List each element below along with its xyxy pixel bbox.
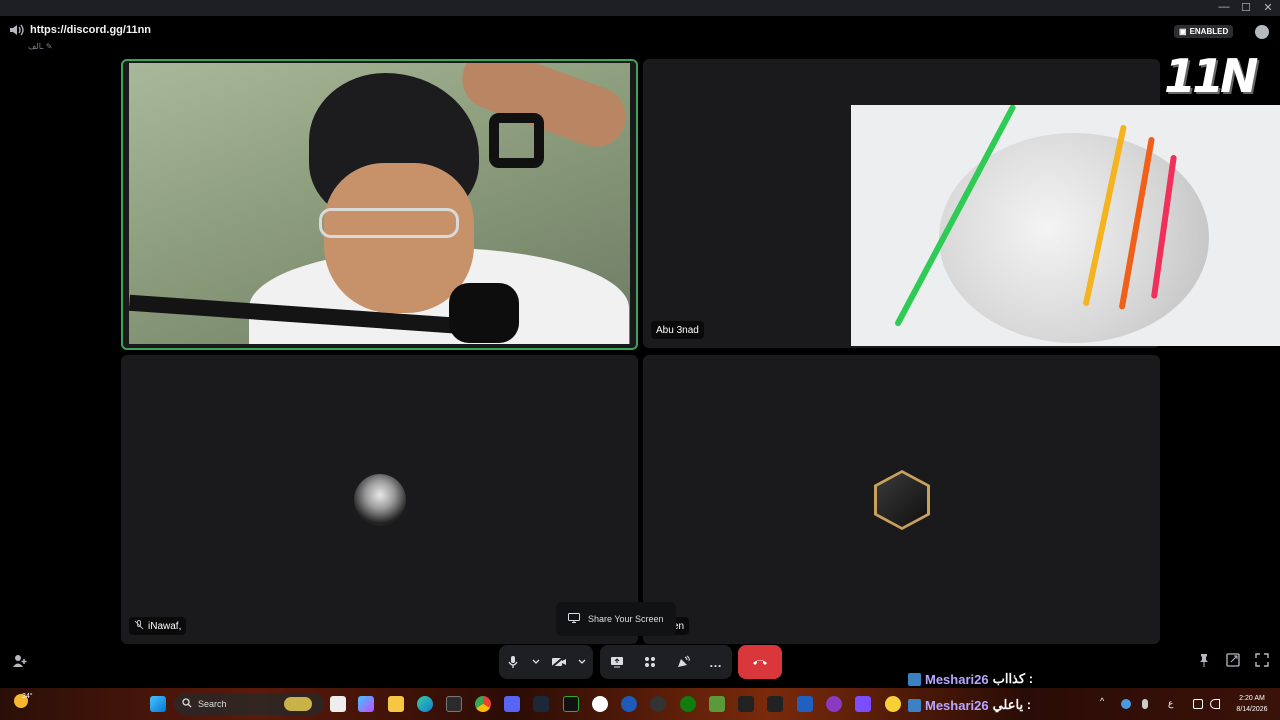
edge-icon[interactable] xyxy=(417,696,433,712)
system-clock[interactable]: 2:20 AM 8/14/2026 xyxy=(1228,693,1276,715)
speaker-icon xyxy=(10,24,24,36)
fullscreen-icon[interactable] xyxy=(1255,653,1271,669)
app-icon[interactable] xyxy=(738,696,754,712)
chat-username: Meshari26 xyxy=(925,697,989,713)
taskbar-search[interactable]: Search xyxy=(174,693,324,715)
chat-message: ياعلي : xyxy=(992,697,1032,712)
screen-share-feed xyxy=(851,105,1280,346)
participant-name-tag: Abu 3nad xyxy=(651,321,704,339)
chat-overlay-message: Meshari26 كذااب : xyxy=(908,671,1033,687)
obs-icon[interactable] xyxy=(650,696,666,712)
app-icon[interactable] xyxy=(767,696,783,712)
volume-icon[interactable] xyxy=(1210,699,1220,709)
activities-button[interactable] xyxy=(636,648,664,676)
channel-url: https://discord.gg/11nn xyxy=(30,24,152,36)
tooltip-label: Share Your Screen xyxy=(588,614,664,624)
add-user-icon[interactable] xyxy=(12,653,28,669)
weather-temp: 34° xyxy=(22,693,33,700)
app-icon[interactable] xyxy=(826,696,842,712)
app-icon[interactable] xyxy=(885,696,901,712)
lock-icon: ▣ xyxy=(1179,27,1187,36)
app-icon[interactable] xyxy=(563,696,579,712)
discord-icon[interactable] xyxy=(504,696,520,712)
platform-icon xyxy=(908,672,921,686)
participant-name: iNawaf, xyxy=(148,620,182,632)
xbox-icon[interactable] xyxy=(680,696,696,712)
soundboard-button[interactable] xyxy=(669,648,697,676)
video-mic xyxy=(449,283,519,343)
close-button[interactable]: ✕ xyxy=(1262,1,1274,14)
file-explorer-icon[interactable] xyxy=(388,696,404,712)
window-controls: — ☐ ✕ xyxy=(1218,1,1274,14)
weather-widget[interactable]: 34° xyxy=(14,693,33,708)
mic-camera-group xyxy=(499,645,593,679)
app-icon[interactable] xyxy=(855,696,871,712)
clock-time: 2:20 AM xyxy=(1239,695,1265,702)
channel-subtitle: ـالف ✎ xyxy=(28,42,53,51)
minecraft-icon[interactable] xyxy=(709,696,725,712)
webcam-feed xyxy=(129,63,630,344)
mute-button[interactable] xyxy=(499,648,527,676)
stream-logo: 11N xyxy=(1164,49,1259,103)
network-icon[interactable] xyxy=(1193,699,1203,709)
language-indicator[interactable]: ع xyxy=(1168,698,1180,708)
minimize-button[interactable]: — xyxy=(1218,1,1230,14)
end-call-button[interactable] xyxy=(738,645,782,679)
title-bar: — ☐ ✕ xyxy=(0,0,1280,16)
chevron-down-icon[interactable] xyxy=(573,648,591,676)
mic-off-icon xyxy=(134,619,144,633)
copilot-icon[interactable] xyxy=(358,696,374,712)
search-icon xyxy=(182,698,192,710)
maximize-button[interactable]: ☐ xyxy=(1240,1,1252,14)
pin-icon[interactable] xyxy=(1197,653,1213,669)
video-glasses xyxy=(319,208,459,238)
share-screen-tooltip: Share Your Screen xyxy=(556,602,676,636)
taskbar: 34° Search Meshari26 ياعلي : ^ ع 2:20 AM… xyxy=(0,688,1280,720)
participant-name: Abu 3nad xyxy=(656,324,699,336)
onedrive-icon[interactable] xyxy=(1121,699,1131,709)
avatar-image xyxy=(877,473,927,527)
microphone-icon[interactable] xyxy=(1142,699,1148,709)
windows-start-icon[interactable] xyxy=(150,696,166,712)
task-view-icon[interactable] xyxy=(330,696,346,712)
search-highlight-icon xyxy=(284,697,312,711)
app-icon[interactable] xyxy=(797,696,813,712)
share-screen-button[interactable] xyxy=(603,648,631,676)
chat-icon[interactable] xyxy=(1255,25,1269,39)
more-options-button[interactable]: … xyxy=(702,648,730,676)
steam-icon[interactable] xyxy=(533,696,549,712)
search-placeholder: Search xyxy=(198,699,227,709)
clock-date: 8/14/2026 xyxy=(1236,706,1268,713)
store-icon[interactable] xyxy=(446,696,462,712)
chevron-down-icon[interactable] xyxy=(527,648,545,676)
chat-username: Meshari26 xyxy=(925,671,989,687)
participant-name-tag: iNawaf, xyxy=(129,617,187,635)
chrome-icon[interactable] xyxy=(475,696,491,712)
camera-off-button[interactable] xyxy=(545,648,573,676)
ea-icon[interactable] xyxy=(621,696,637,712)
platform-icon xyxy=(908,698,921,712)
chevron-up-icon[interactable]: ^ xyxy=(1100,696,1112,706)
video-face xyxy=(324,163,474,313)
status-badge-label: ENABLED xyxy=(1189,27,1229,36)
popout-icon[interactable] xyxy=(1226,653,1242,669)
action-group: … xyxy=(600,645,732,679)
screen-share-icon xyxy=(568,613,580,625)
discord-call-window: — ☐ ✕ https://discord.gg/11nn ـالف ✎ ▣ E… xyxy=(0,0,1280,688)
chat-overlay-message: Meshari26 ياعلي : xyxy=(908,697,1031,713)
participant-tile-video[interactable] xyxy=(121,59,638,350)
app-icon[interactable] xyxy=(592,696,608,712)
voice-channel-header[interactable]: https://discord.gg/11nn xyxy=(10,24,151,36)
avatar xyxy=(354,474,406,526)
chat-message: كذااب : xyxy=(992,671,1034,686)
video-watch xyxy=(489,113,544,168)
status-badge: ▣ ENABLED xyxy=(1174,25,1234,38)
